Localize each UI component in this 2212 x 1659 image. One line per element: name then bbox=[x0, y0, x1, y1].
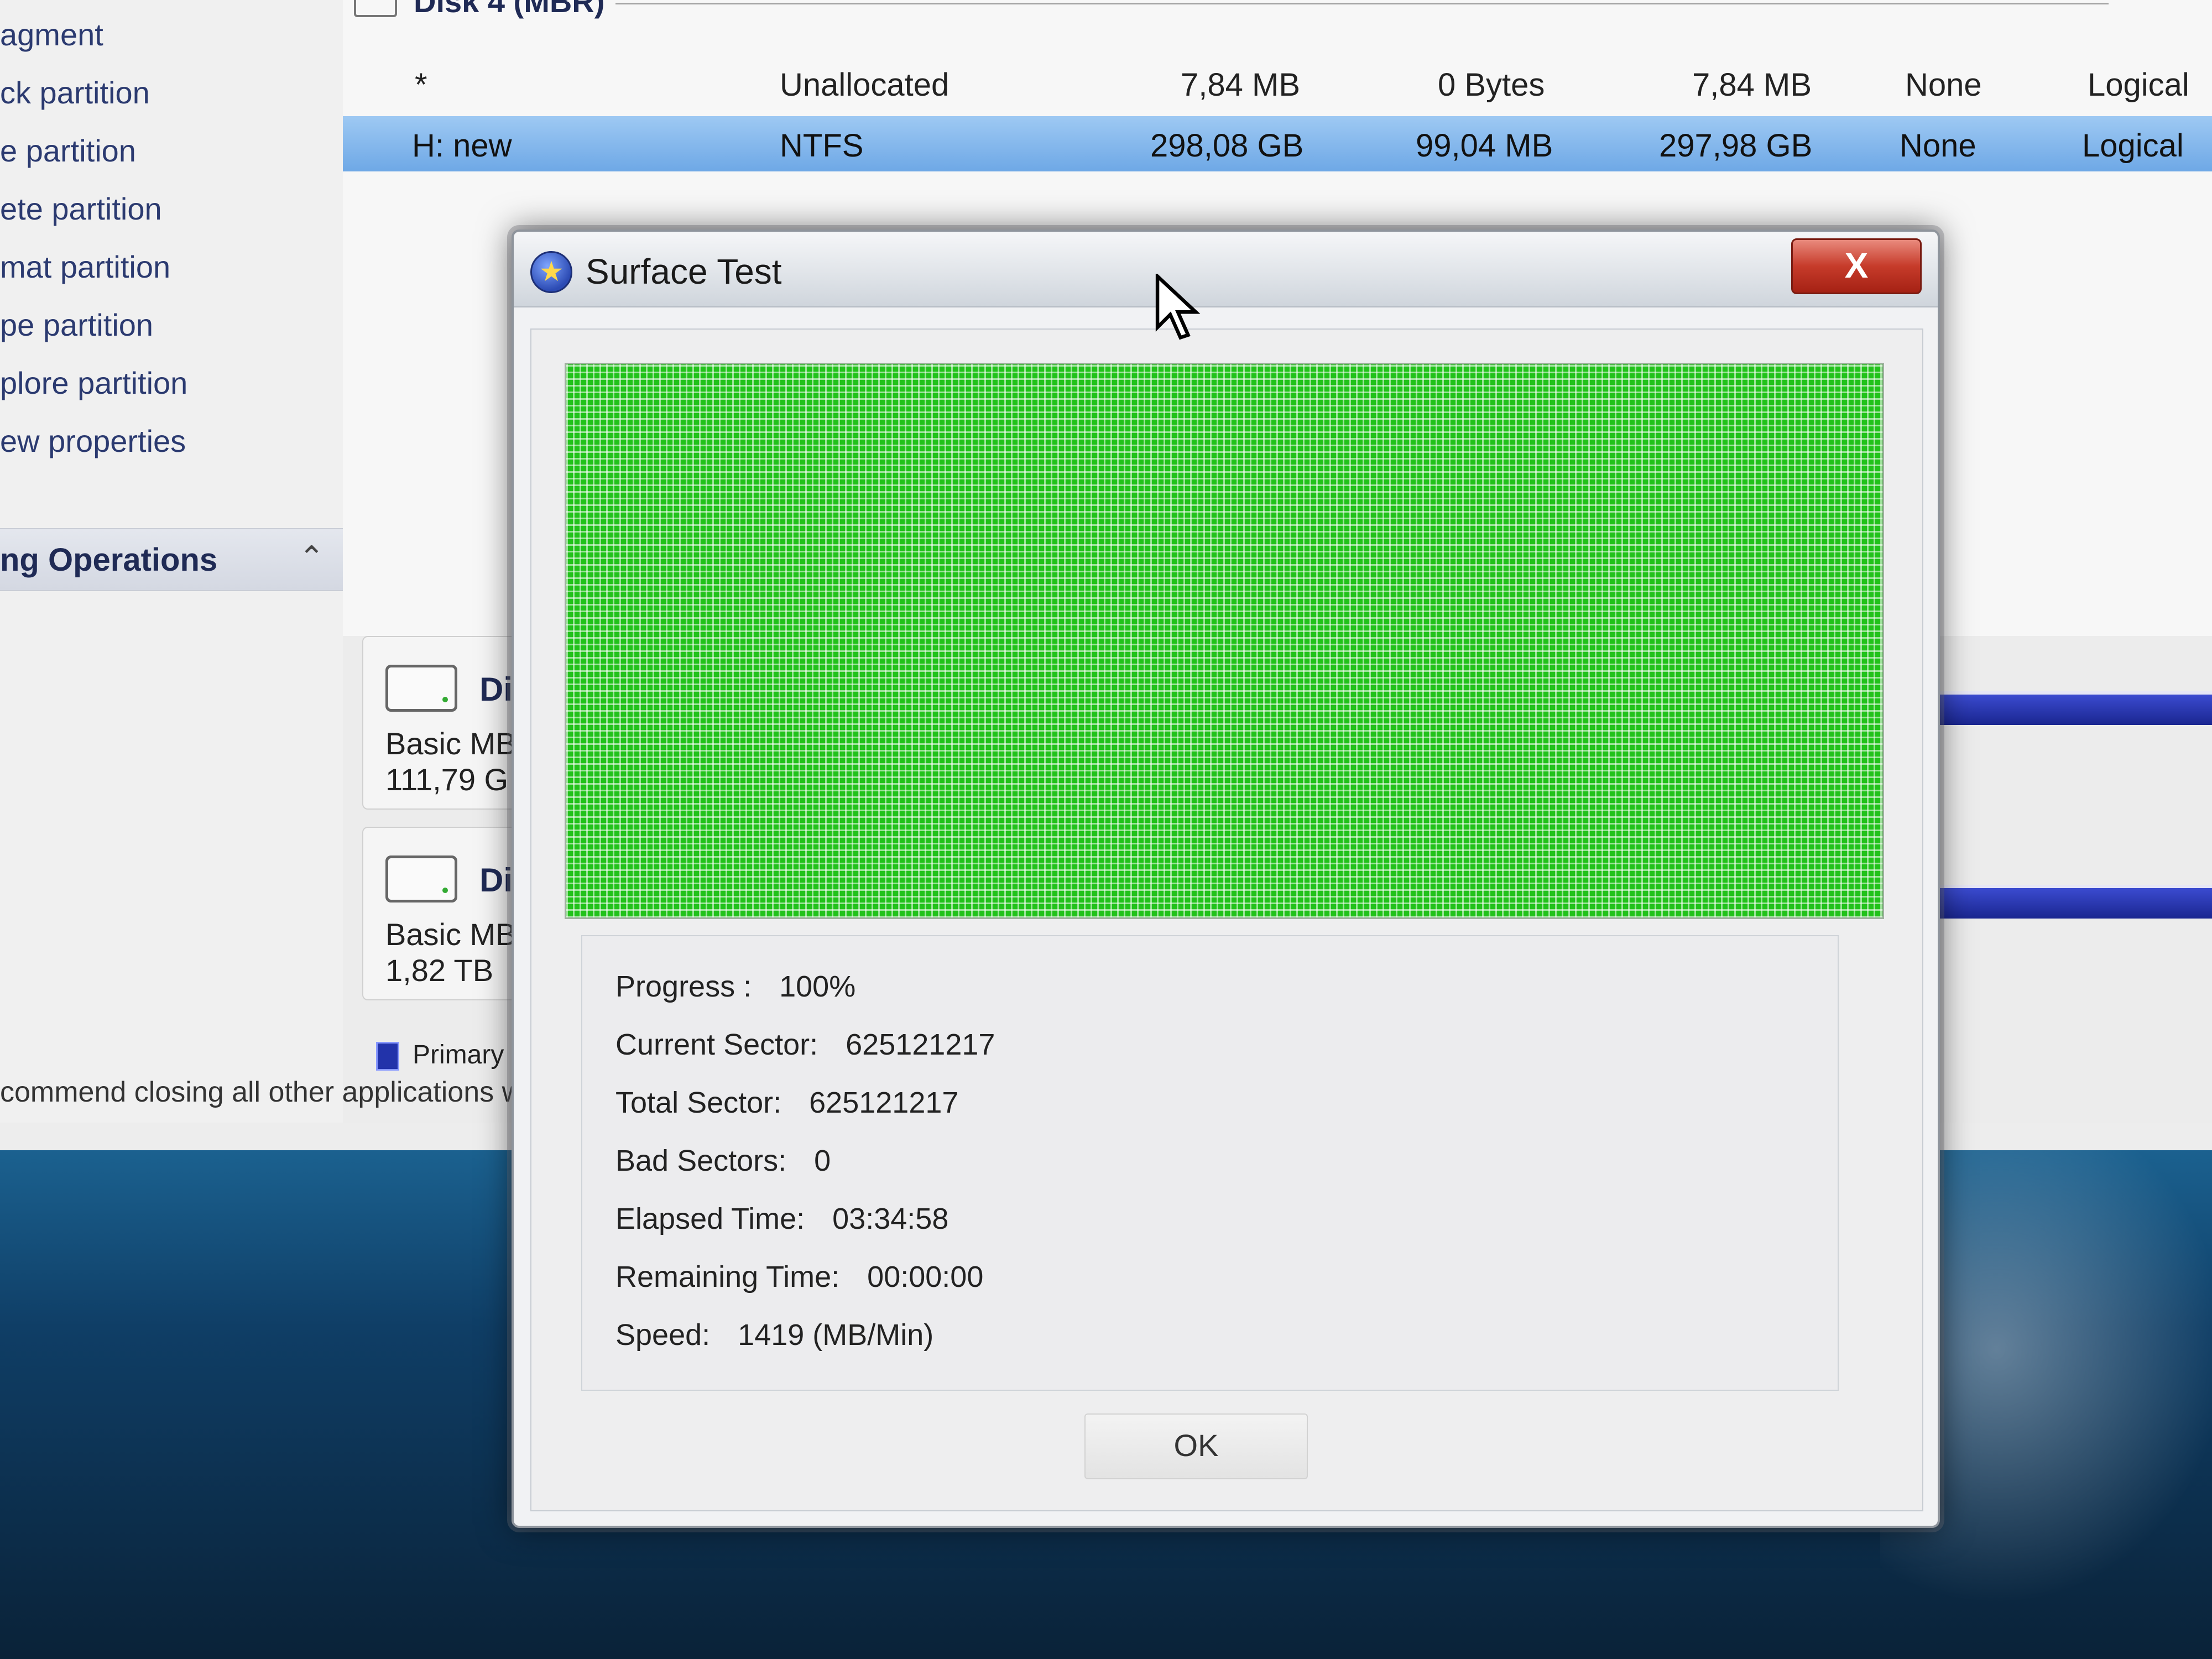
cell-partition: * bbox=[415, 67, 427, 103]
table-row[interactable]: * Unallocated 7,84 MB 0 Bytes 7,84 MB No… bbox=[343, 55, 2212, 111]
cell-flag: None bbox=[1905, 67, 1982, 103]
stat-current-sector: Current Sector: 625121217 bbox=[615, 1027, 995, 1062]
disk-card[interactable]: Di Basic MBR 1,82 TB bbox=[362, 827, 539, 1000]
mouse-pointer-icon bbox=[1155, 274, 1201, 340]
stat-elapsed-time: Elapsed Time: 03:34:58 bbox=[615, 1202, 948, 1236]
cell-type: Logical bbox=[2088, 67, 2189, 103]
stat-label: Elapsed Time: bbox=[615, 1202, 805, 1235]
sidebar-item-delete-partition[interactable]: ete partition bbox=[0, 191, 162, 227]
stat-label: Bad Sectors: bbox=[615, 1144, 787, 1177]
dialog-title: Surface Test bbox=[586, 252, 782, 291]
stat-value: 00:00:00 bbox=[867, 1260, 984, 1293]
stat-label: Total Sector: bbox=[615, 1086, 782, 1119]
divider bbox=[615, 3, 2109, 5]
sidebar-item-wipe-partition-2[interactable]: pe partition bbox=[0, 307, 153, 343]
disk-card[interactable]: Di Basic MBR 111,79 G bbox=[362, 636, 539, 810]
cell-capacity: 7,84 MB bbox=[1181, 67, 1300, 103]
pending-operations-label: ng Operations bbox=[0, 542, 218, 578]
stat-value: 625121217 bbox=[809, 1086, 959, 1119]
stat-value: 625121217 bbox=[846, 1028, 995, 1061]
dialog-body: Progress :100% Current Sector: 625121217 … bbox=[530, 328, 1923, 1511]
dialog-titlebar[interactable]: ★ Surface Test X bbox=[514, 232, 1938, 307]
app-logo-icon: ★ bbox=[530, 251, 572, 293]
test-stats-panel: Progress :100% Current Sector: 625121217 … bbox=[581, 935, 1839, 1391]
cell-flag: None bbox=[1900, 128, 1976, 164]
table-row-selected[interactable]: H: new NTFS 298,08 GB 99,04 MB 297,98 GB… bbox=[343, 116, 2212, 171]
close-button[interactable]: X bbox=[1791, 238, 1922, 294]
sidebar-item-check-partition[interactable]: ck partition bbox=[0, 75, 150, 111]
cell-partition: H: new bbox=[412, 128, 512, 164]
ok-button[interactable]: OK bbox=[1084, 1413, 1308, 1479]
stat-value: 1419 (MB/Min) bbox=[738, 1318, 934, 1352]
cell-used: 0 Bytes bbox=[1438, 67, 1545, 103]
cell-filesystem: NTFS bbox=[780, 128, 864, 164]
surface-test-dialog: ★ Surface Test X Progress : 100% Current … bbox=[512, 229, 1940, 1528]
disk-card-size: 1,82 TB bbox=[385, 953, 494, 988]
sidebar-item-format-partition[interactable]: mat partition bbox=[0, 249, 170, 285]
sidebar-item-defragment[interactable]: agment bbox=[0, 17, 103, 53]
cell-unused: 297,98 GB bbox=[1659, 128, 1813, 164]
chevron-double-up-icon[interactable]: ⌃ bbox=[299, 539, 325, 576]
pending-operations-header[interactable]: ng Operations ⌃ bbox=[0, 528, 343, 591]
stat-value: 03:34:58 bbox=[832, 1202, 949, 1235]
stat-progress: Progress : 100% bbox=[615, 969, 855, 1004]
stat-speed: Speed: 1419 (MB/Min) bbox=[615, 1318, 933, 1352]
sidebar: agment ck partition e partition ete part… bbox=[0, 0, 344, 1123]
stat-value: 100% bbox=[779, 970, 856, 1003]
stat-value: 0 bbox=[814, 1144, 831, 1177]
stat-label: Speed: bbox=[615, 1318, 711, 1352]
stat-remaining-time: Remaining Time: 00:00:00 bbox=[615, 1260, 983, 1294]
hard-disk-icon bbox=[385, 855, 457, 902]
stat-label: Progress : bbox=[615, 970, 752, 1003]
stat-bad-sectors: Bad Sectors: 0 bbox=[615, 1144, 831, 1178]
disk-title: Disk 4 (MBR) bbox=[414, 0, 605, 19]
stat-total-sector: Total Sector: 625121217 bbox=[615, 1086, 958, 1120]
sector-map bbox=[565, 363, 1884, 919]
sidebar-item-view-properties[interactable]: ew properties bbox=[0, 423, 186, 459]
hard-disk-icon bbox=[385, 665, 457, 712]
screen: agment ck partition e partition ete part… bbox=[0, 0, 2212, 1659]
disk-4-header: Disk 4 (MBR) bbox=[354, 0, 2109, 22]
cell-capacity: 298,08 GB bbox=[1150, 128, 1304, 164]
sidebar-item-explore-partition[interactable]: plore partition bbox=[0, 365, 187, 401]
legend-primary-label: Primary bbox=[413, 1040, 504, 1070]
sidebar-item-wipe-partition[interactable]: e partition bbox=[0, 133, 136, 169]
disk-card-name: Di bbox=[479, 862, 513, 899]
cell-filesystem: Unallocated bbox=[780, 67, 950, 103]
disk-card-name: Di bbox=[479, 671, 513, 708]
cell-type: Logical bbox=[2082, 128, 2184, 164]
cell-used: 99,04 MB bbox=[1416, 128, 1553, 164]
disk-card-size: 111,79 G bbox=[385, 762, 509, 797]
legend-primary: Primary bbox=[376, 1040, 504, 1071]
stat-label: Remaining Time: bbox=[615, 1260, 840, 1293]
cell-unused: 7,84 MB bbox=[1692, 67, 1812, 103]
disk-icon bbox=[354, 0, 397, 18]
primary-swatch-icon bbox=[376, 1042, 399, 1071]
status-tip: commend closing all other applications w… bbox=[0, 1076, 568, 1108]
stat-label: Current Sector: bbox=[615, 1028, 818, 1061]
